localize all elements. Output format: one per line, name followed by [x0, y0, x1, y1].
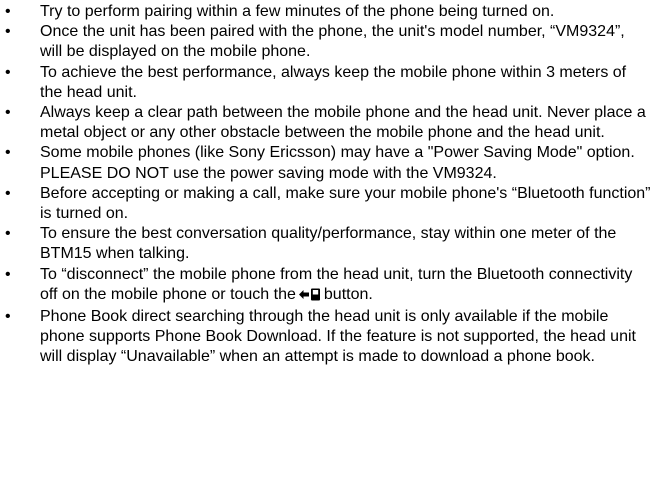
bullet: • [5, 144, 11, 162]
note-text: Try to perform pairing within a few minu… [40, 3, 555, 20]
list-item: • To ensure the best conversation qualit… [0, 224, 655, 264]
list-item: • To achieve the best performance, alway… [0, 63, 655, 103]
list-item: • To “disconnect” the mobile phone from … [0, 265, 655, 307]
list-item: • Once the unit has been paired with the… [0, 22, 655, 62]
note-text: Always keep a clear path between the mob… [40, 104, 646, 142]
disconnect-phone-icon [298, 287, 321, 307]
bullet: • [5, 63, 11, 81]
bullet: • [5, 225, 11, 243]
bullet: • [5, 265, 11, 283]
list-item: • Before accepting or making a call, mak… [0, 184, 655, 224]
note-text: Phone Book direct searching through the … [40, 308, 636, 366]
note-text: Once the unit has been paired with the p… [40, 23, 625, 61]
note-text: Before accepting or making a call, make … [40, 184, 651, 223]
list-item: • Try to perform pairing within a few mi… [0, 2, 655, 22]
bullet: • [5, 308, 11, 326]
note-text: To achieve the best performance, always … [40, 63, 627, 101]
bullet: • [5, 104, 11, 122]
list-item: • Phone Book direct searching through th… [0, 307, 655, 368]
usage-notes-list: • Try to perform pairing within a few mi… [0, 2, 655, 368]
bullet: • [5, 23, 11, 41]
bullet: • [5, 184, 11, 202]
list-item: • Always keep a clear path between the m… [0, 103, 655, 143]
note-text: Some mobile phones (like Sony Ericsson) … [40, 144, 635, 182]
bullet: • [5, 3, 11, 20]
list-item: • Some mobile phones (like Sony Ericsson… [0, 143, 655, 183]
note-text-after-icon: button. [323, 285, 373, 303]
note-text: To ensure the best conversation quality/… [40, 225, 617, 263]
